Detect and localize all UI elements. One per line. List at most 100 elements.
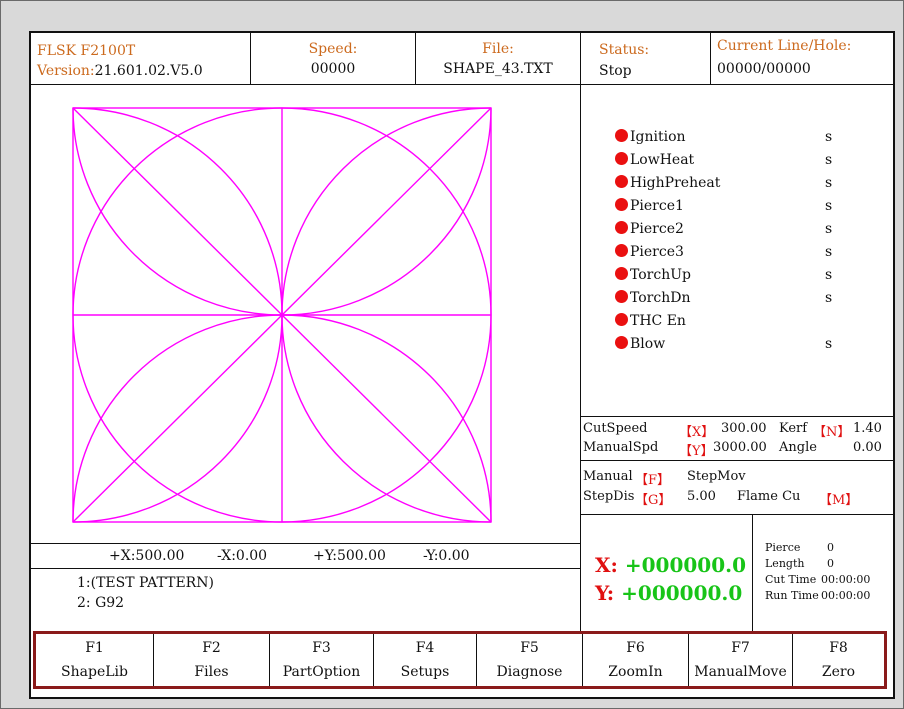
io-item-label: Ignition — [630, 129, 686, 145]
status-indicator-icon — [615, 267, 628, 280]
limits-bar: +X:500.00 -X:0.00 +Y:500.00 -Y:0.00 — [31, 543, 581, 569]
f3-label: PartOption — [282, 664, 361, 680]
kerf-label: Kerf — [779, 421, 808, 436]
io-item[interactable]: Ignition s — [615, 129, 875, 145]
stepdis-label: StepDis — [583, 489, 635, 504]
model-name: FLSK F2100T — [37, 43, 136, 59]
x-position: X: +000000.0 — [595, 553, 746, 577]
f3-partoption-button[interactable]: F3 PartOption — [270, 634, 374, 686]
f4-key: F4 — [415, 640, 435, 656]
program-listing[interactable]: 1:(TEST PATTERN) 2: G92 — [31, 569, 581, 631]
flame-label: Flame Cu — [737, 489, 801, 504]
f1-key: F1 — [85, 640, 104, 656]
f5-diagnose-button[interactable]: F5 Diagnose — [477, 634, 583, 686]
cut-speed-value: 300.00 — [721, 421, 767, 436]
speed-cell: Speed: 00000 — [251, 33, 416, 85]
io-item[interactable]: TorchDn s — [615, 290, 875, 306]
cut-time-label: Cut Time — [765, 573, 817, 586]
f2-key: F2 — [202, 640, 221, 656]
manual-spd-key[interactable]: 【Y】 — [679, 440, 714, 459]
manual-key[interactable]: 【F】 — [635, 469, 670, 488]
header-bar: FLSK F2100T Version:21.601.02.V5.0 Speed… — [31, 33, 893, 85]
io-item-label: TorchDn — [630, 290, 691, 306]
function-key-bar: F1 ShapeLib F2 Files F3 PartOption F4 Se… — [33, 631, 887, 689]
current-line-value: 00000/00000 — [717, 61, 811, 77]
kerf-key[interactable]: 【N】 — [813, 421, 850, 440]
stepdis-value: 5.00 — [687, 489, 716, 504]
angle-value: 0.00 — [853, 440, 882, 455]
length-label: Length — [765, 557, 805, 570]
io-item[interactable]: Pierce3 s — [615, 244, 875, 260]
version-label: Version: — [37, 63, 95, 79]
manual-label: Manual — [583, 469, 633, 484]
y-plus-limit: +Y:500.00 — [313, 548, 386, 564]
io-item-unit: s — [825, 221, 833, 237]
program-line-1: 1:(TEST PATTERN) — [77, 575, 214, 591]
manual-spd-label: ManualSpd — [583, 440, 659, 455]
y-position-label: Y: — [595, 581, 615, 605]
status-indicator-icon — [615, 244, 628, 257]
status-indicator-icon — [615, 129, 628, 142]
file-label: File: — [482, 41, 514, 57]
status-value: Stop — [599, 63, 632, 79]
pierce-label: Pierce — [765, 541, 801, 554]
stepdis-key[interactable]: 【G】 — [635, 489, 671, 508]
status-label: Status: — [599, 42, 650, 58]
f4-label: Setups — [400, 664, 450, 680]
status-indicator-icon — [615, 336, 628, 349]
io-item[interactable]: Blow s — [615, 336, 875, 352]
speed-label: Speed: — [308, 41, 358, 57]
graphics-view[interactable] — [31, 85, 581, 543]
io-item[interactable]: TorchUp s — [615, 267, 875, 283]
f7-label: ManualMove — [694, 664, 787, 680]
speed-params: CutSpeed 【X】 300.00 Kerf 【N】 1.40 Manual… — [581, 417, 893, 461]
io-item-unit: s — [825, 175, 833, 191]
io-item-label: THC En — [630, 313, 686, 329]
current-line-cell: Current Line/Hole: 00000/00000 — [711, 33, 893, 85]
status-cell: Status: Stop — [581, 33, 711, 85]
io-item[interactable]: Pierce2 s — [615, 221, 875, 237]
version-value: 21.601.02.V5.0 — [94, 63, 203, 79]
length-value: 0 — [827, 557, 834, 570]
f4-setups-button[interactable]: F4 Setups — [374, 634, 477, 686]
current-line-label: Current Line/Hole: — [717, 38, 852, 54]
io-item-unit: s — [825, 244, 833, 260]
io-item[interactable]: LowHeat s — [615, 152, 875, 168]
io-panel: Ignition s LowHeat s HighPreheat s Pierce1 s Pie… — [581, 85, 893, 417]
flame-key[interactable]: 【M】 — [819, 489, 858, 508]
position-display: X: +000000.0 Y: +000000.0 — [581, 515, 753, 631]
f2-files-button[interactable]: F2 Files — [154, 634, 270, 686]
io-item-unit: s — [825, 198, 833, 214]
f5-key: F5 — [520, 640, 539, 656]
f7-key: F7 — [731, 640, 750, 656]
run-time-value: 00:00:00 — [821, 589, 871, 602]
io-item[interactable]: THC En — [615, 313, 875, 329]
io-item-label: TorchUp — [630, 267, 691, 283]
cut-speed-key[interactable]: 【X】 — [679, 421, 714, 440]
f2-label: Files — [194, 664, 229, 680]
io-item[interactable]: Pierce1 s — [615, 198, 875, 214]
cut-time-value: 00:00:00 — [821, 573, 871, 586]
f6-zoomin-button[interactable]: F6 ZoomIn — [583, 634, 689, 686]
status-indicator-icon — [615, 152, 628, 165]
io-item-unit: s — [825, 267, 833, 283]
f8-zero-button[interactable]: F8 Zero — [793, 634, 884, 686]
file-cell: File: SHAPE_43.TXT — [416, 33, 581, 85]
kerf-value: 1.40 — [853, 421, 882, 436]
y-position: Y: +000000.0 — [595, 581, 742, 605]
speed-value: 00000 — [310, 61, 356, 77]
io-item[interactable]: HighPreheat s — [615, 175, 875, 191]
f7-manualmove-button[interactable]: F7 ManualMove — [689, 634, 793, 686]
f1-label: ShapeLib — [61, 664, 128, 680]
io-item-label: LowHeat — [630, 152, 695, 168]
status-indicator-icon — [615, 175, 628, 188]
f1-shapelib-button[interactable]: F1 ShapeLib — [36, 634, 154, 686]
x-position-label: X: — [595, 553, 618, 577]
f8-key: F8 — [829, 640, 848, 656]
io-item-label: Blow — [630, 336, 666, 352]
f5-label: Diagnose — [496, 664, 563, 680]
job-stats: Pierce 0 Length 0 Cut Time 00:00:00 Run … — [753, 515, 893, 631]
f3-key: F3 — [312, 640, 331, 656]
x-minus-limit: -X:0.00 — [217, 548, 268, 564]
io-item-label: Pierce1 — [630, 198, 684, 214]
